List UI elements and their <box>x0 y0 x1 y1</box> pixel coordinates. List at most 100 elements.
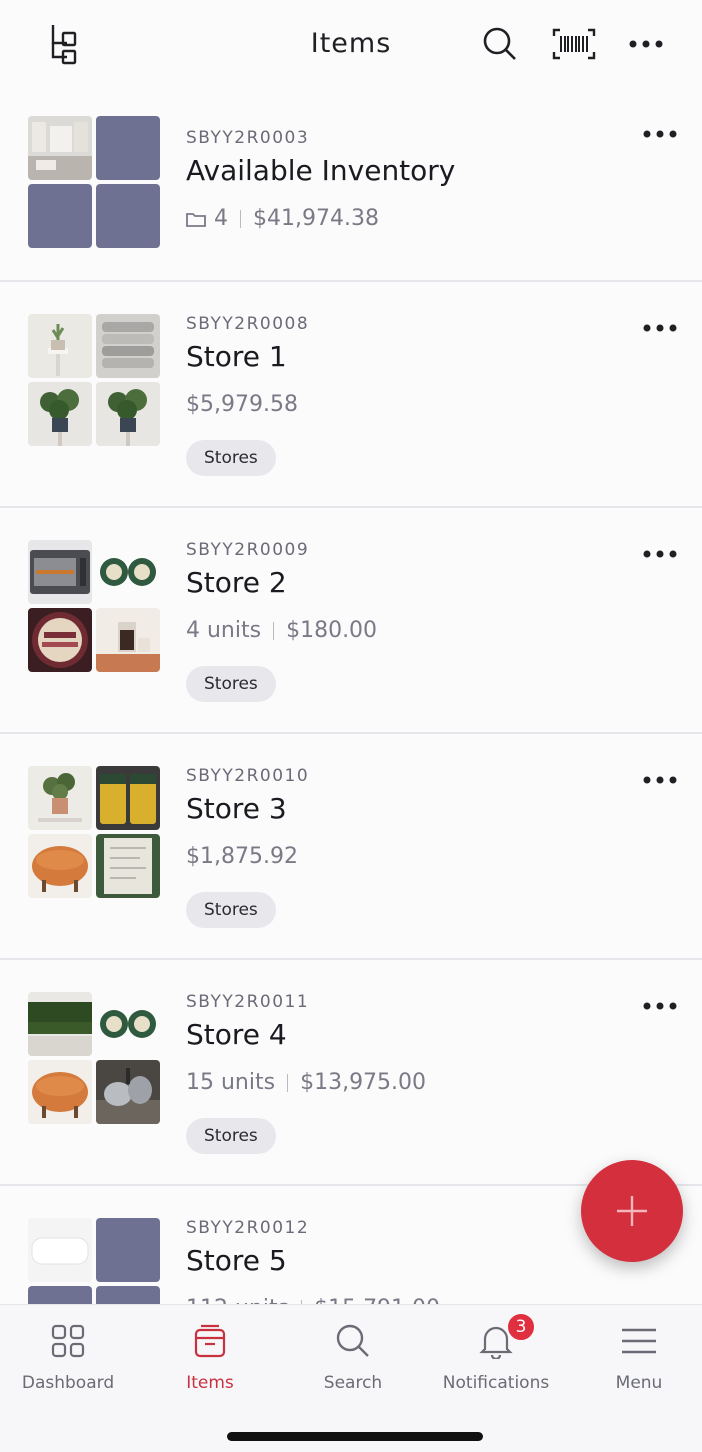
item-photo <box>96 540 160 604</box>
item-photo <box>96 766 160 830</box>
list-item[interactable]: SBYY2R0011 Store 4 15 units $13,975.00 S… <box>0 960 702 1186</box>
top-bar: Items <box>0 0 702 86</box>
dashboard-grid-icon <box>0 1319 138 1363</box>
placeholder-image <box>96 1286 160 1304</box>
page-title: Items <box>310 28 392 59</box>
notification-badge: 3 <box>506 1312 536 1342</box>
tab-label: Dashboard <box>21 1373 115 1393</box>
more-horizontal-icon[interactable] <box>626 22 666 66</box>
divider <box>240 209 241 228</box>
tag-badge[interactable]: Stores <box>186 666 276 702</box>
placeholder-image <box>28 184 92 248</box>
item-photo <box>96 608 160 672</box>
tab-label: Items <box>186 1373 234 1393</box>
item-code: SBYY2R0011 <box>186 992 310 1012</box>
item-thumbnails <box>28 116 160 248</box>
list-item[interactable]: SBYY2R0008 Store 1 $5,979.58 Stores <box>0 282 702 508</box>
item-units: 4 units <box>186 618 262 643</box>
item-photo <box>96 834 160 898</box>
item-meta: 15 units $13,975.00 <box>186 1070 426 1095</box>
item-photo <box>28 314 92 378</box>
list-item[interactable]: SBYY2R0003 Available Inventory 4 $41,974… <box>0 86 702 282</box>
item-thumbnails <box>28 1218 160 1304</box>
divider <box>287 1073 289 1092</box>
tab-search[interactable]: Search <box>283 1319 423 1399</box>
tag-badge[interactable]: Stores <box>186 892 276 928</box>
items-list: SBYY2R0003 Available Inventory 4 $41,974… <box>0 86 702 1304</box>
tab-notifications[interactable]: Notifications 3 <box>426 1312 566 1399</box>
item-more-icon[interactable] <box>640 122 680 146</box>
tab-items[interactable]: Items <box>140 1319 280 1399</box>
item-code: SBYY2R0003 <box>186 128 310 148</box>
bell-icon <box>426 1319 566 1363</box>
bottom-tab-bar: Dashboard Items Search Notifications 3 M… <box>0 1304 702 1452</box>
search-icon[interactable] <box>480 22 520 66</box>
item-photo <box>28 608 92 672</box>
item-value: $5,979.58 <box>186 392 298 417</box>
item-value: $1,875.92 <box>186 844 298 869</box>
item-photo <box>28 382 92 446</box>
tab-label: Notifications <box>442 1373 550 1393</box>
placeholder-image <box>96 184 160 248</box>
tag-badge[interactable]: Stores <box>186 1118 276 1154</box>
add-item-button[interactable] <box>581 1160 683 1262</box>
item-photo <box>28 834 92 898</box>
item-name: Store 1 <box>186 340 287 373</box>
item-meta: $1,875.92 <box>186 844 298 869</box>
home-indicator <box>227 1432 483 1441</box>
item-photo <box>96 314 160 378</box>
item-more-icon[interactable] <box>640 768 680 792</box>
item-name: Store 3 <box>186 792 287 825</box>
item-name: Available Inventory <box>186 154 456 187</box>
item-photo <box>28 1060 92 1124</box>
item-code: SBYY2R0008 <box>186 314 310 334</box>
item-meta: $5,979.58 <box>186 392 298 417</box>
item-photo <box>28 992 92 1056</box>
item-meta: 112 units $15,791.00 <box>186 1296 440 1304</box>
folder-icon <box>186 211 206 227</box>
item-thumbnails <box>28 540 160 672</box>
barcode-scan-icon[interactable] <box>552 22 596 66</box>
divider <box>273 621 275 640</box>
placeholder-image <box>96 116 160 180</box>
folder-count: 4 <box>214 206 228 231</box>
plus-icon <box>617 1196 647 1226</box>
item-code: SBYY2R0009 <box>186 540 310 560</box>
box-icon <box>140 1319 280 1363</box>
item-thumbnails <box>28 766 160 898</box>
item-photo <box>28 766 92 830</box>
item-meta: 4 $41,974.38 <box>186 206 379 231</box>
item-value: $180.00 <box>286 618 378 643</box>
item-name: Store 2 <box>186 566 287 599</box>
item-photo <box>28 540 92 604</box>
item-thumbnails <box>28 992 160 1124</box>
item-units: 15 units <box>186 1070 276 1095</box>
item-code: SBYY2R0012 <box>186 1218 310 1238</box>
item-code: SBYY2R0010 <box>186 766 310 786</box>
item-more-icon[interactable] <box>640 994 680 1018</box>
item-value: $41,974.38 <box>253 206 379 231</box>
item-name: Store 5 <box>186 1244 287 1277</box>
list-item[interactable]: SBYY2R0010 Store 3 $1,875.92 Stores <box>0 734 702 960</box>
item-units: 112 units <box>186 1296 289 1304</box>
tab-menu[interactable]: Menu <box>569 1319 702 1399</box>
item-photo <box>28 116 92 180</box>
list-item[interactable]: SBYY2R0009 Store 2 4 units $180.00 Store… <box>0 508 702 734</box>
search-icon <box>283 1319 423 1363</box>
item-more-icon[interactable] <box>640 316 680 340</box>
hamburger-menu-icon <box>569 1319 702 1363</box>
tag-badge[interactable]: Stores <box>186 440 276 476</box>
item-value: $15,791.00 <box>314 1296 440 1304</box>
placeholder-image <box>28 1286 92 1304</box>
item-photo <box>96 992 160 1056</box>
tab-dashboard[interactable]: Dashboard <box>0 1319 138 1399</box>
item-photo <box>28 1218 92 1282</box>
placeholder-image <box>96 1218 160 1282</box>
item-value: $13,975.00 <box>300 1070 427 1095</box>
tab-label: Search <box>323 1373 383 1393</box>
item-thumbnails <box>28 314 160 446</box>
item-more-icon[interactable] <box>640 542 680 566</box>
item-meta: 4 units $180.00 <box>186 618 377 643</box>
item-name: Store 4 <box>186 1018 287 1051</box>
item-photo <box>96 382 160 446</box>
